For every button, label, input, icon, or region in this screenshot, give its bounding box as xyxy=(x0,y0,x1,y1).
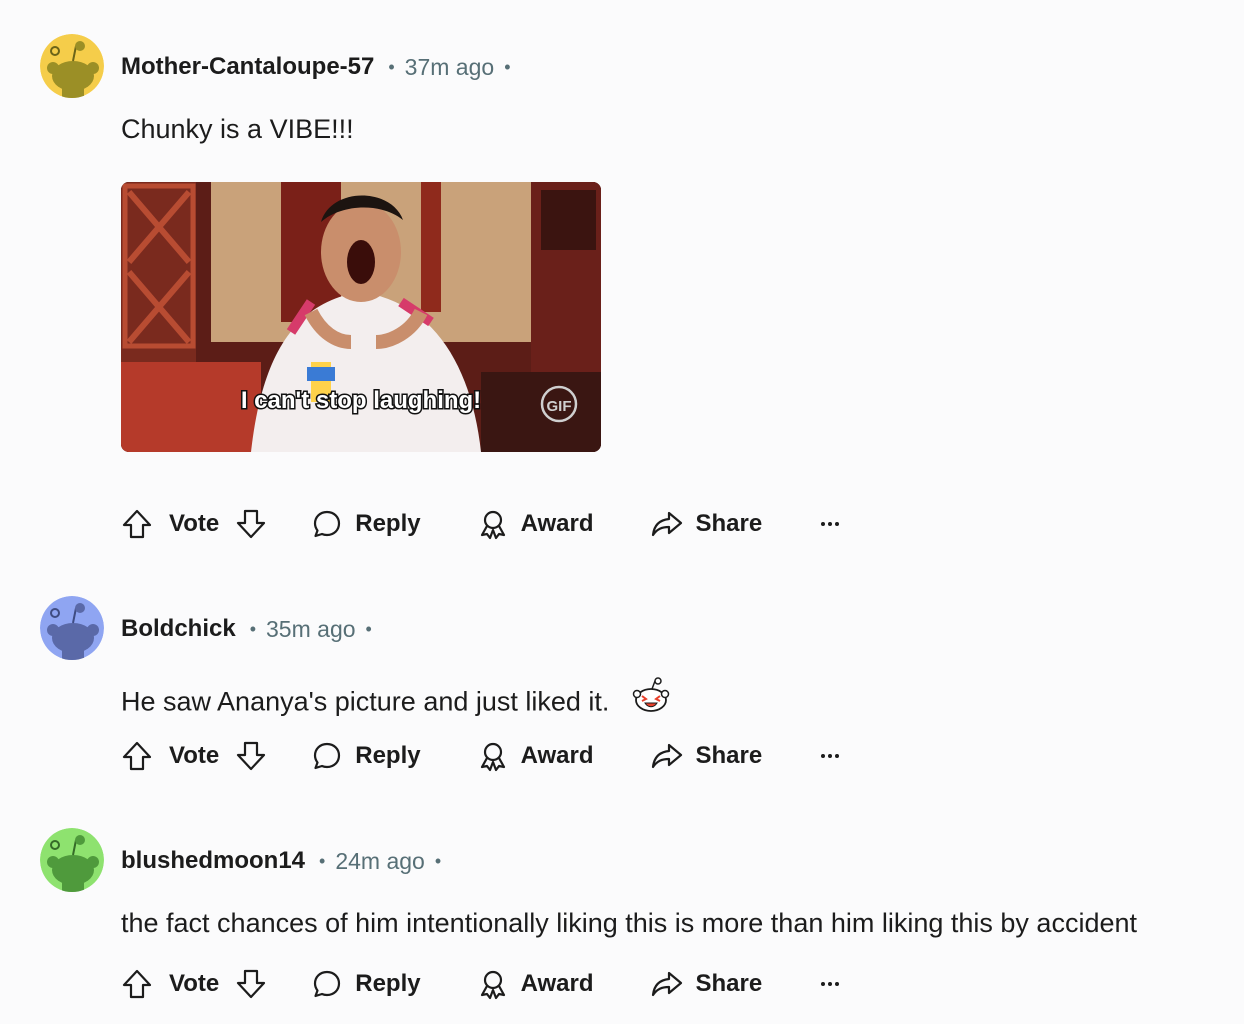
award-icon xyxy=(480,510,505,540)
upvote-icon[interactable] xyxy=(121,508,153,540)
comment-text-row: He saw Ananya's picture and just liked i… xyxy=(121,677,671,727)
comment-meta: Mother-Cantaloupe-57 • 37m ago • xyxy=(121,52,511,82)
reply-label: Reply xyxy=(355,510,421,537)
share-label: Share xyxy=(695,970,763,997)
award-label: Award xyxy=(520,742,594,769)
reply-button[interactable]: Reply xyxy=(311,508,421,540)
separator: • xyxy=(249,618,257,639)
share-label: Share xyxy=(695,510,763,537)
gif-badge: GIF xyxy=(547,398,572,415)
reply-button[interactable]: Reply xyxy=(311,740,421,772)
comment-bubble-icon xyxy=(314,970,341,998)
share-icon xyxy=(651,743,682,769)
share-icon xyxy=(651,971,682,997)
share-button[interactable]: Share xyxy=(650,508,763,540)
timestamp[interactable]: 35m ago xyxy=(266,616,356,643)
vote-group: Vote xyxy=(121,740,267,772)
reply-button[interactable]: Reply xyxy=(311,968,421,1000)
username[interactable]: blushedmoon14 xyxy=(121,847,305,875)
share-icon xyxy=(651,511,682,537)
share-label: Share xyxy=(695,742,763,769)
comment-actions: Vote Reply Award Share xyxy=(121,736,842,776)
comment-meta: Boldchick • 35m ago • xyxy=(121,614,372,644)
separator: • xyxy=(365,618,372,639)
gif-image[interactable]: I can't stop laughing! GIF xyxy=(121,182,601,452)
downvote-icon[interactable] xyxy=(235,740,267,772)
comment-bubble-icon xyxy=(314,742,341,770)
separator: • xyxy=(504,56,511,77)
award-button[interactable]: Award xyxy=(477,968,594,1000)
share-button[interactable]: Share xyxy=(650,740,763,772)
comment-meta: blushedmoon14 • 24m ago • xyxy=(121,846,441,876)
comment-actions: Vote Reply Award Share xyxy=(121,504,842,544)
username[interactable]: Boldchick xyxy=(121,615,236,643)
snoo-laugh-icon xyxy=(631,676,671,723)
downvote-icon[interactable] xyxy=(235,968,267,1000)
reply-label: Reply xyxy=(355,970,421,997)
separator: • xyxy=(319,850,326,871)
timestamp[interactable]: 37m ago xyxy=(405,54,495,81)
award-icon xyxy=(480,970,505,1000)
award-icon xyxy=(480,742,505,772)
avatar[interactable] xyxy=(40,828,104,892)
award-button[interactable]: Award xyxy=(477,508,594,540)
vote-group: Vote xyxy=(121,508,267,540)
more-options-icon[interactable] xyxy=(818,744,842,768)
username[interactable]: Mother-Cantaloupe-57 xyxy=(121,53,374,81)
gif-caption: I can't stop laughing! xyxy=(241,387,481,414)
comment-bubble-icon xyxy=(314,510,341,538)
avatar[interactable] xyxy=(40,596,104,660)
comment-text: the fact chances of him intentionally li… xyxy=(121,908,1137,938)
separator: • xyxy=(434,850,442,871)
vote-label: Vote xyxy=(169,742,220,769)
downvote-icon[interactable] xyxy=(235,508,267,540)
more-options-icon[interactable] xyxy=(818,972,842,996)
award-button[interactable]: Award xyxy=(477,740,594,772)
separator: • xyxy=(388,56,395,77)
upvote-icon[interactable] xyxy=(121,968,153,1000)
timestamp[interactable]: 24m ago xyxy=(335,848,425,875)
comment-text: Chunky is a VIBE!!! xyxy=(121,114,354,144)
vote-label: Vote xyxy=(169,970,220,997)
award-label: Award xyxy=(520,970,594,997)
vote-label: Vote xyxy=(169,510,220,537)
upvote-icon[interactable] xyxy=(121,740,153,772)
vote-group: Vote xyxy=(121,968,267,1000)
award-label: Award xyxy=(520,510,594,537)
avatar[interactable] xyxy=(40,34,104,98)
comment-text: He saw Ananya's picture and just liked i… xyxy=(121,686,610,717)
more-options-icon[interactable] xyxy=(818,512,842,536)
share-button[interactable]: Share xyxy=(650,968,763,1000)
reply-label: Reply xyxy=(355,742,421,769)
comment-actions: Vote Reply Award Share xyxy=(121,964,842,1004)
